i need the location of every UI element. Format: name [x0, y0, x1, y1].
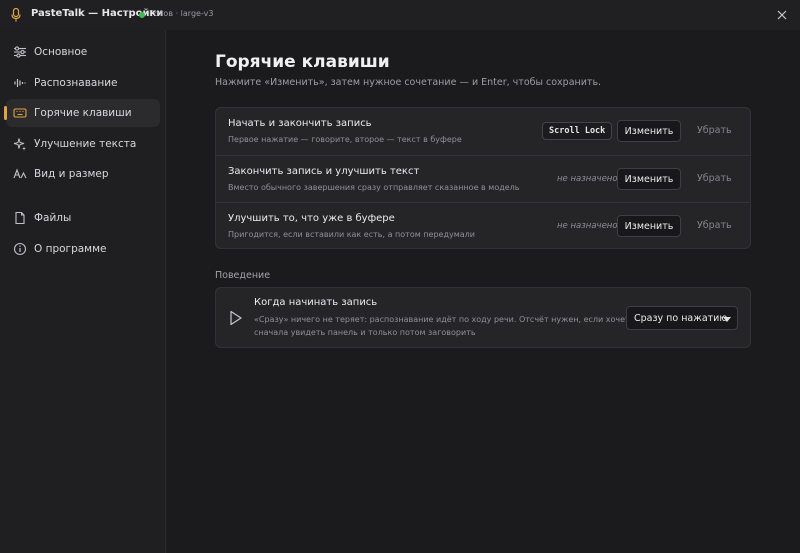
- hotkey-description: Вместо обычного завершения сразу отправл…: [228, 183, 520, 192]
- sidebar-item-label: Файлы: [34, 212, 72, 224]
- waveform-icon: [14, 79, 26, 87]
- sidebar-item-label: Горячие клавиши: [34, 107, 132, 119]
- behavior-card: Когда начинать запись «Сразу» ничего не …: [215, 287, 751, 348]
- page-subtitle: Нажмите «Изменить», затем нужное сочетан…: [215, 77, 602, 88]
- sidebar-item-label: О программе: [34, 243, 107, 255]
- dropdown-value: Сразу по нажатию: [634, 313, 728, 324]
- title-bar: PasteTalk — Настройки Готов · large-v3: [0, 0, 800, 30]
- sidebar-item-appearance[interactable]: Вид и размер: [6, 160, 160, 188]
- hotkeys-card: Начать и закончить запись Первое нажатие…: [215, 107, 751, 249]
- remove-hotkey-button[interactable]: Убрать: [697, 125, 732, 136]
- remove-hotkey-button[interactable]: Убрать: [697, 220, 732, 231]
- play-icon: [230, 310, 242, 326]
- remove-hotkey-button[interactable]: Убрать: [697, 173, 732, 184]
- recording-start-dropdown[interactable]: Сразу по нажатию: [626, 306, 738, 330]
- sidebar-item-label: Улучшение текста: [34, 138, 137, 150]
- hotkey-title: Улучшить то, что уже в буфере: [228, 213, 395, 224]
- hotkey-title: Закончить запись и улучшить текст: [228, 166, 420, 177]
- file-icon: [15, 211, 25, 225]
- behavior-description-line2: сначала увидеть панель и только потом за…: [254, 328, 476, 337]
- chevron-down-icon: [723, 317, 731, 322]
- sidebar-item-label: Основное: [34, 46, 88, 58]
- hotkey-row: Начать и закончить запись Первое нажатие…: [216, 108, 750, 155]
- microphone-icon: [11, 8, 21, 22]
- hotkey-unassigned: не назначено: [557, 174, 618, 184]
- sidebar-item-about[interactable]: О программе: [6, 235, 160, 263]
- keyboard-icon: [13, 108, 27, 118]
- info-icon: [13, 242, 27, 256]
- change-hotkey-button[interactable]: Изменить: [617, 120, 681, 142]
- sliders-icon: [14, 46, 26, 58]
- hotkey-title: Начать и закончить запись: [228, 118, 372, 129]
- main-panel: Горячие клавиши Нажмите «Изменить», зате…: [167, 30, 800, 553]
- sidebar: Основное Распознавание Горячие клавиши У…: [0, 30, 166, 553]
- status-dot: [139, 12, 145, 18]
- hotkey-description: Пригодится, если вставили как есть, а по…: [228, 230, 475, 239]
- sidebar-item-files[interactable]: Файлы: [6, 204, 160, 232]
- section-label: Поведение: [215, 270, 271, 281]
- change-hotkey-button[interactable]: Изменить: [617, 168, 681, 190]
- page-title: Горячие клавиши: [215, 52, 390, 72]
- hotkey-unassigned: не назначено: [557, 221, 618, 231]
- text-size-icon: [13, 168, 27, 179]
- sidebar-item-label: Распознавание: [34, 77, 118, 89]
- sidebar-item-label: Вид и размер: [34, 168, 109, 180]
- behavior-description-line1: «Сразу» ничего не теряет: распознавание …: [254, 315, 639, 324]
- hotkey-key-badge: Scroll Lock: [542, 122, 613, 140]
- status-text: Готов · large-v3: [149, 9, 214, 18]
- close-button[interactable]: [773, 6, 791, 24]
- behavior-title: Когда начинать запись: [254, 297, 378, 308]
- change-hotkey-button[interactable]: Изменить: [617, 215, 681, 237]
- hotkey-row: Улучшить то, что уже в буфере Пригодится…: [216, 202, 750, 249]
- hotkey-row: Закончить запись и улучшить текст Вместо…: [216, 155, 750, 202]
- sidebar-item-text-improvement[interactable]: Улучшение текста: [6, 130, 160, 158]
- sidebar-item-hotkeys[interactable]: Горячие клавиши: [4, 99, 160, 127]
- sidebar-item-general[interactable]: Основное: [6, 38, 160, 66]
- sidebar-item-recognition[interactable]: Распознавание: [6, 69, 160, 97]
- hotkey-description: Первое нажатие — говорите, второе — текс…: [228, 135, 462, 144]
- close-icon: [777, 10, 787, 20]
- sparkles-icon: [13, 138, 26, 151]
